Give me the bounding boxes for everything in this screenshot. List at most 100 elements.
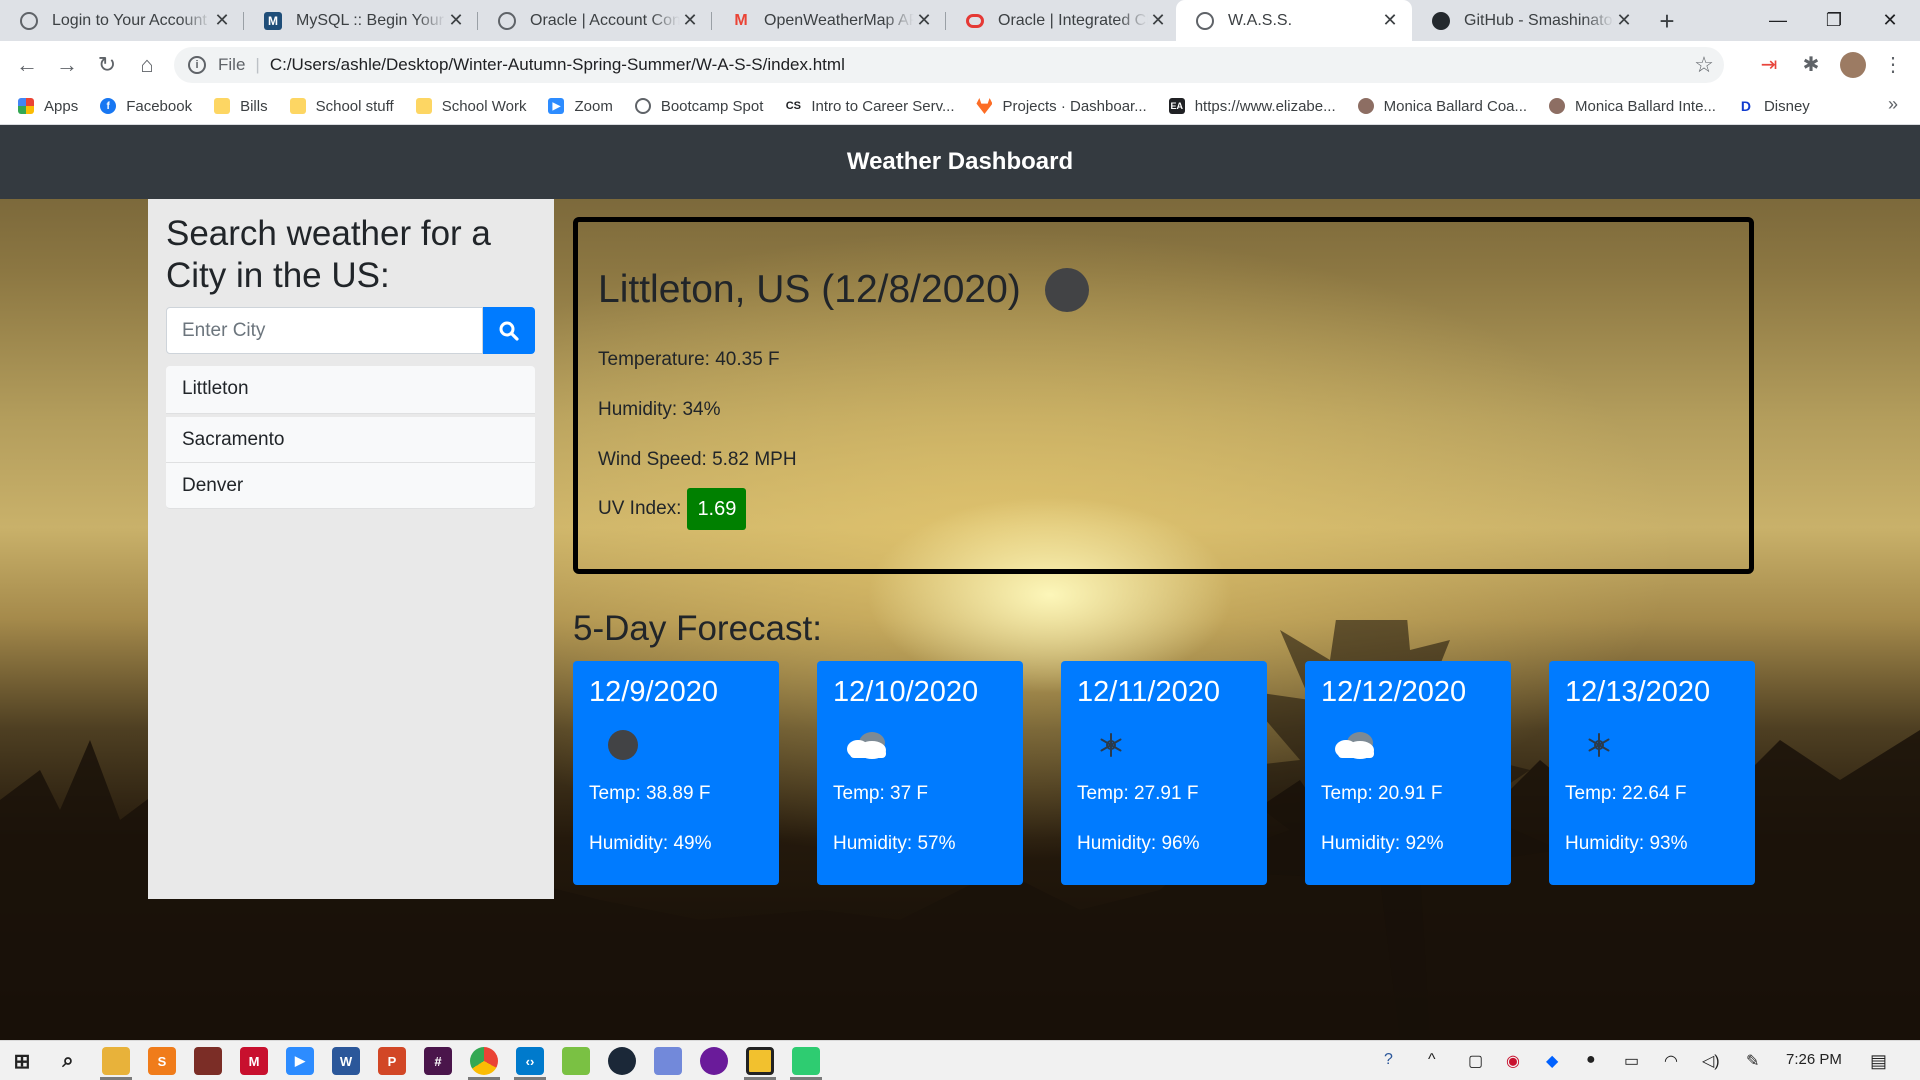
volume-icon[interactable]: ◁): [1702, 1051, 1720, 1071]
reload-icon[interactable]: ↻: [92, 50, 122, 80]
bookmark-monica-coach[interactable]: Monica Ballard Coa...: [1357, 98, 1527, 115]
url-text[interactable]: C:/Users/ashle/Desktop/Winter-Autumn-Spr…: [270, 55, 845, 75]
close-tab-icon[interactable]: ✕: [680, 10, 700, 31]
person-icon: [1357, 98, 1374, 114]
search-icon: [499, 321, 519, 341]
browser-toolbar: ← → ↻ ⌂ i File | C:/Users/ashle/Desktop/…: [0, 41, 1920, 88]
chrome-icon[interactable]: [470, 1047, 498, 1075]
back-arrow-icon[interactable]: ←: [12, 50, 42, 80]
bookmarks-overflow-icon[interactable]: »: [1888, 94, 1898, 115]
chat-app-icon[interactable]: [792, 1047, 820, 1075]
bookmark-star-icon[interactable]: ☆: [1684, 47, 1724, 83]
screencastify-icon[interactable]: ⇥: [1756, 52, 1782, 78]
bookmark-monica-interview[interactable]: Monica Ballard Inte...: [1549, 98, 1716, 115]
tab-wass[interactable]: W.A.S.S. ✕: [1176, 0, 1412, 41]
bookmark-elizabeth[interactable]: EA https://www.elizabe...: [1168, 98, 1336, 115]
word-icon[interactable]: W: [332, 1047, 360, 1075]
close-tab-icon[interactable]: ✕: [1380, 10, 1400, 31]
bookmark-apps[interactable]: Apps: [18, 98, 78, 115]
search-heading: Search weather for a City in the US:: [166, 214, 491, 295]
wifi-icon[interactable]: ◠: [1664, 1051, 1678, 1071]
minimize-icon[interactable]: —: [1750, 0, 1806, 41]
powerpoint-icon[interactable]: P: [378, 1047, 406, 1075]
notifications-icon[interactable]: ▤: [1870, 1051, 1887, 1072]
search-button[interactable]: [483, 307, 535, 354]
search-icon[interactable]: ⌕: [54, 1047, 82, 1075]
cs-icon: CS: [785, 100, 802, 112]
discord-icon[interactable]: [654, 1047, 682, 1075]
file-explorer-icon[interactable]: [102, 1047, 130, 1075]
security-icon[interactable]: ◉: [1506, 1051, 1520, 1071]
tab-github[interactable]: GitHub - Smashinator5 ✕: [1412, 0, 1646, 41]
tab-oracle-account[interactable]: Oracle | Account Confirmation ✕: [478, 0, 712, 41]
forecast-humidity: Humidity: 93%: [1565, 833, 1688, 854]
search-sidebar: Search weather for a City in the US: Lit…: [148, 199, 554, 899]
close-window-icon[interactable]: ✕: [1862, 0, 1918, 41]
dropbox-icon[interactable]: ◆: [1546, 1051, 1558, 1071]
chrome-menu-icon[interactable]: ⋮: [1880, 52, 1906, 78]
close-tab-icon[interactable]: ✕: [914, 10, 934, 31]
close-tab-icon[interactable]: ✕: [212, 10, 232, 31]
current-temperature: Temperature: 40.35 F: [598, 349, 780, 370]
tab-openweathermap[interactable]: M OpenWeatherMap API ✕: [712, 0, 946, 41]
history-item-littleton[interactable]: Littleton: [166, 366, 535, 414]
zoom-icon[interactable]: ▶: [286, 1047, 314, 1075]
forecast-heading: 5-Day Forecast:: [573, 609, 822, 648]
sublime-icon[interactable]: S: [148, 1047, 176, 1075]
microphone-icon[interactable]: ●: [1586, 1051, 1596, 1069]
history-item-denver[interactable]: Denver: [166, 463, 535, 509]
meet-now-icon[interactable]: ▢: [1468, 1051, 1483, 1071]
bookmark-bootcamp-spot[interactable]: Bootcamp Spot: [634, 98, 763, 115]
city-search-input[interactable]: [166, 307, 483, 354]
info-icon[interactable]: i: [188, 56, 206, 74]
bookmark-school-stuff[interactable]: School stuff: [289, 98, 394, 115]
bookmark-school-work[interactable]: School Work: [415, 98, 526, 115]
globe-icon: [20, 11, 38, 30]
forward-arrow-icon[interactable]: →: [52, 50, 82, 80]
address-bar[interactable]: i File | C:/Users/ashle/Desktop/Winter-A…: [174, 47, 1724, 83]
profile-avatar[interactable]: [1840, 52, 1866, 78]
slack-icon[interactable]: #: [424, 1047, 452, 1075]
vscode-icon[interactable]: ‹›: [516, 1047, 544, 1075]
navbar: Weather Dashboard: [0, 125, 1920, 199]
bookmark-zoom[interactable]: ▶ Zoom: [548, 98, 613, 115]
forecast-temp: Temp: 22.64 F: [1565, 783, 1687, 804]
extensions-puzzle-icon[interactable]: ✱: [1798, 52, 1824, 78]
bookmarks-bar: Apps f Facebook Bills School stuff School…: [0, 88, 1920, 125]
windows-start-icon[interactable]: ⊞: [8, 1047, 36, 1075]
sticky-notes-icon[interactable]: [746, 1047, 774, 1075]
close-tab-icon[interactable]: ✕: [1148, 10, 1168, 31]
tab-mysql[interactable]: M MySQL :: Begin Your Download ✕: [244, 0, 478, 41]
app-title: Weather Dashboard: [846, 148, 1074, 175]
show-hidden-icons-icon[interactable]: ^: [1428, 1051, 1436, 1069]
bookmark-gitlab-projects[interactable]: Projects · Dashboar...: [976, 98, 1147, 115]
globe-icon: [634, 98, 651, 114]
forecast-date: 12/9/2020: [589, 676, 719, 708]
bookmark-facebook[interactable]: f Facebook: [100, 98, 192, 115]
bookmark-disney[interactable]: D Disney: [1738, 98, 1810, 115]
close-tab-icon[interactable]: ✕: [446, 10, 466, 31]
forecast-date: 12/12/2020: [1321, 676, 1467, 708]
folder-icon: [415, 98, 432, 114]
current-humidity: Humidity: 34%: [598, 399, 721, 420]
game-icon[interactable]: [194, 1047, 222, 1075]
restore-icon[interactable]: ❐: [1806, 0, 1862, 41]
battery-icon[interactable]: ▭: [1624, 1051, 1639, 1071]
history-item-sacramento[interactable]: Sacramento: [166, 417, 535, 463]
sourcetree-icon[interactable]: [562, 1047, 590, 1075]
app-circle-icon[interactable]: [700, 1047, 728, 1075]
taskbar-clock[interactable]: 7:26 PM: [1786, 1051, 1842, 1068]
pen-icon[interactable]: ✎: [1746, 1051, 1759, 1071]
forecast-date: 12/10/2020: [833, 676, 979, 708]
new-tab-button[interactable]: +: [1652, 6, 1682, 36]
help-icon[interactable]: ?: [1384, 1051, 1393, 1069]
home-icon[interactable]: ⌂: [132, 50, 162, 80]
close-tab-icon[interactable]: ✕: [1614, 10, 1634, 31]
steam-icon[interactable]: [608, 1047, 636, 1075]
mcafee-icon[interactable]: M: [240, 1047, 268, 1075]
tab-oracle-cloud[interactable]: Oracle | Integrated Cloud ✕: [946, 0, 1180, 41]
tab-login[interactable]: Login to Your Account ✕: [0, 0, 244, 41]
forecast-temp: Temp: 37 F: [833, 783, 929, 804]
bookmark-career-services[interactable]: CS Intro to Career Serv...: [785, 98, 955, 115]
bookmark-bills[interactable]: Bills: [214, 98, 268, 115]
